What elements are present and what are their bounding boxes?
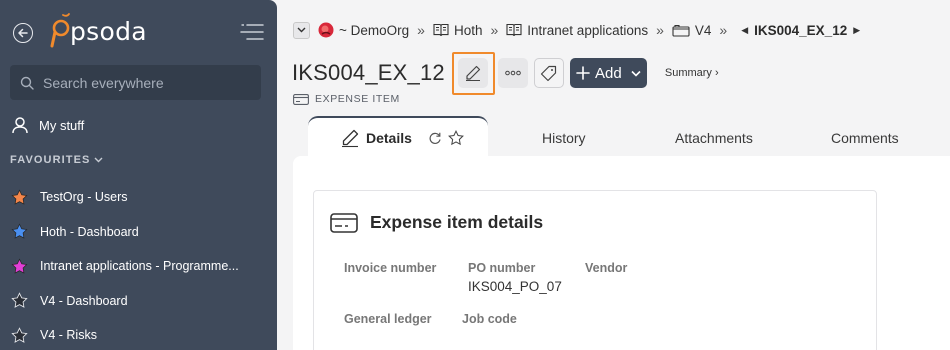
expense-card-icon bbox=[293, 93, 309, 105]
star-icon bbox=[11, 223, 28, 239]
previous-item-icon[interactable]: ◀ bbox=[741, 25, 748, 36]
favourite-label: Intranet applications - Programme... bbox=[40, 259, 239, 274]
user-icon bbox=[12, 117, 28, 134]
tag-button[interactable] bbox=[533, 58, 564, 88]
favourite-item[interactable]: V4 - Risks bbox=[11, 318, 271, 350]
chevron-down-icon bbox=[631, 70, 641, 77]
breadcrumb-item-v4[interactable]: V4 bbox=[672, 22, 712, 38]
favourite-label: Hoth - Dashboard bbox=[40, 224, 139, 239]
breadcrumb-item-intranet[interactable]: Intranet applications bbox=[506, 23, 648, 38]
favourites-list: TestOrg - Users Hoth - Dashboard Intrane… bbox=[11, 180, 271, 350]
card-title: Expense item details bbox=[370, 212, 544, 232]
tab-details[interactable]: Details bbox=[308, 116, 488, 158]
edit-button-highlight bbox=[451, 51, 495, 95]
breadcrumb-separator: » bbox=[417, 22, 425, 38]
card-header: Expense item details bbox=[330, 212, 543, 233]
more-options-button[interactable] bbox=[497, 58, 528, 88]
expense-details-card: Expense item details Invoice number PO n… bbox=[313, 190, 877, 350]
tab-details-label: Details bbox=[366, 130, 412, 146]
tag-icon bbox=[541, 65, 557, 81]
menu-collapse-icon bbox=[240, 24, 264, 40]
sidebar: psoda My stuff FAVOURITES TestOrg - User… bbox=[0, 0, 277, 350]
psoda-logo-mark bbox=[50, 13, 70, 48]
breadcrumb-separator: » bbox=[719, 22, 728, 38]
favourite-label: TestOrg - Users bbox=[40, 190, 128, 205]
po-number-label: PO number bbox=[468, 261, 536, 275]
pencil-icon bbox=[342, 129, 359, 148]
chevron-down-icon bbox=[94, 157, 103, 163]
next-item-icon[interactable]: ▶ bbox=[853, 25, 860, 36]
portfolio-book-icon bbox=[433, 23, 449, 37]
invoice-number-label: Invoice number bbox=[344, 261, 437, 275]
project-folder-icon bbox=[672, 24, 690, 37]
page-title: IKS004_EX_12 bbox=[292, 60, 445, 85]
add-button-label: Add bbox=[595, 64, 622, 82]
title-row: IKS004_EX_12 Add Summary › bbox=[292, 51, 719, 95]
breadcrumb-item-label: Hoth bbox=[453, 22, 483, 38]
org-logo-icon bbox=[318, 22, 334, 38]
star-icon bbox=[11, 258, 28, 274]
my-stuff-link[interactable]: My stuff bbox=[11, 116, 84, 134]
pencil-icon bbox=[466, 65, 481, 81]
favourite-item[interactable]: TestOrg - Users bbox=[11, 180, 271, 215]
breadcrumb-item-label: Intranet applications bbox=[527, 22, 649, 38]
programme-book-icon bbox=[506, 23, 522, 37]
tab-attachments[interactable]: Attachments bbox=[675, 130, 753, 146]
psoda-logo[interactable]: psoda bbox=[50, 13, 147, 49]
chevron-down-icon bbox=[297, 27, 306, 33]
collapse-sidebar-button[interactable] bbox=[240, 23, 264, 41]
breadcrumb-dropdown-button[interactable] bbox=[293, 21, 310, 39]
tab-comments[interactable]: Comments bbox=[831, 130, 899, 146]
arrow-left-icon bbox=[18, 28, 28, 38]
po-number-value: IKS004_PO_07 bbox=[468, 279, 562, 294]
expense-card-icon bbox=[330, 212, 358, 233]
item-type-subtitle: EXPENSE ITEM bbox=[293, 93, 400, 105]
back-button[interactable] bbox=[13, 23, 33, 43]
job-code-label: Job code bbox=[462, 312, 517, 326]
breadcrumb-separator: » bbox=[490, 22, 499, 38]
breadcrumb-org[interactable]: ~ DemoOrg bbox=[318, 22, 409, 38]
breadcrumb-org-label: ~ DemoOrg bbox=[339, 22, 410, 38]
main-content: ~ DemoOrg » Hoth » Intranet applications… bbox=[277, 0, 950, 350]
tab-bar: Details History Attachments Comments bbox=[308, 116, 950, 158]
favourite-item[interactable]: Hoth - Dashboard bbox=[11, 215, 271, 250]
breadcrumb-item-hoth[interactable]: Hoth bbox=[433, 22, 483, 38]
plus-icon bbox=[576, 66, 590, 80]
favourite-item[interactable]: Intranet applications - Programme... bbox=[11, 249, 271, 284]
search-box[interactable] bbox=[10, 65, 261, 100]
search-input[interactable] bbox=[43, 74, 253, 91]
add-button[interactable]: Add bbox=[569, 58, 647, 88]
favourites-label: FAVOURITES bbox=[10, 154, 91, 166]
vendor-label: Vendor bbox=[585, 261, 628, 275]
summary-link[interactable]: Summary › bbox=[665, 67, 719, 79]
refresh-icon[interactable] bbox=[428, 131, 442, 145]
breadcrumb: ~ DemoOrg » Hoth » Intranet applications… bbox=[293, 20, 866, 40]
breadcrumb-current: IKS004_EX_12 bbox=[754, 22, 848, 38]
star-icon bbox=[11, 292, 28, 309]
breadcrumb-separator: » bbox=[656, 22, 664, 38]
search-icon bbox=[20, 76, 34, 90]
star-icon bbox=[11, 189, 28, 205]
general-ledger-label: General ledger bbox=[344, 312, 432, 326]
item-type-label: EXPENSE ITEM bbox=[315, 93, 400, 105]
star-outline-icon[interactable] bbox=[447, 130, 464, 146]
more-dots-icon bbox=[505, 70, 521, 76]
star-icon bbox=[11, 327, 28, 343]
logo-text: psoda bbox=[70, 16, 147, 46]
tab-history[interactable]: History bbox=[542, 130, 586, 146]
my-stuff-label: My stuff bbox=[39, 117, 85, 133]
breadcrumb-item-label: V4 bbox=[694, 22, 712, 38]
favourite-label: V4 - Dashboard bbox=[40, 293, 128, 308]
favourite-label: V4 - Risks bbox=[40, 328, 97, 343]
favourites-heading[interactable]: FAVOURITES bbox=[10, 154, 103, 166]
favourite-item[interactable]: V4 - Dashboard bbox=[11, 284, 271, 319]
edit-button[interactable] bbox=[458, 58, 489, 88]
